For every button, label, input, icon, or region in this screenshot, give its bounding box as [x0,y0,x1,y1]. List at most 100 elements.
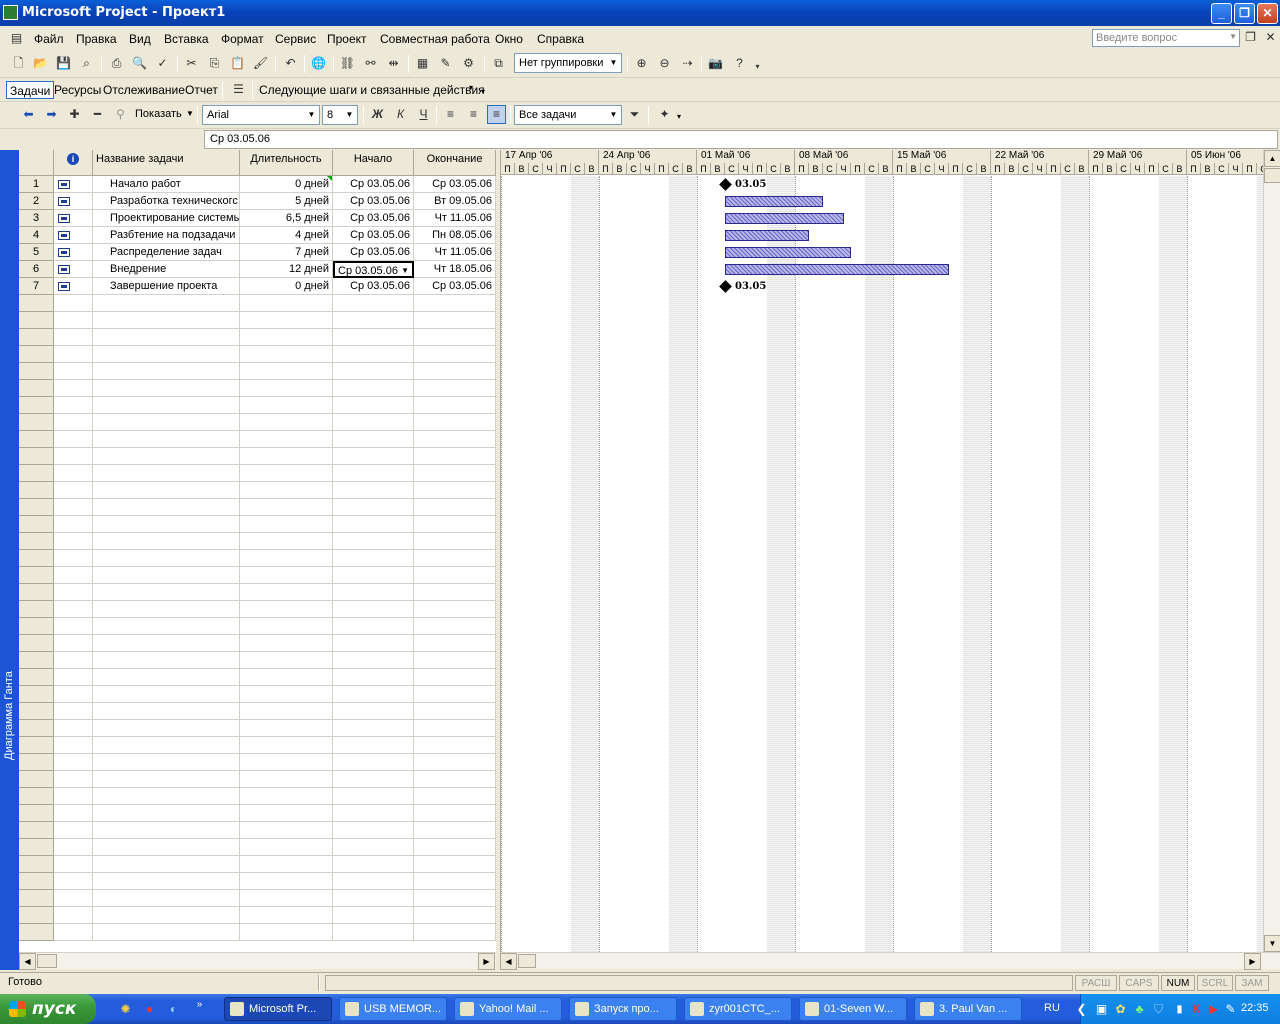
taskbar-button[interactable]: Yahoo! Mail ... [454,997,562,1021]
empty-cell[interactable] [93,601,240,618]
cell-duration[interactable]: 6,5 дней [240,210,333,227]
doc-icon[interactable]: ▤ [8,30,25,47]
empty-cell[interactable] [414,890,496,907]
print-icon[interactable]: ⎙ [108,55,125,72]
empty-cell[interactable] [333,431,414,448]
empty-cell[interactable] [54,533,93,550]
zoom-out-icon[interactable]: ⊖ [656,55,673,72]
row-header[interactable] [19,924,54,941]
cell-duration[interactable]: 0 дней [240,176,333,193]
empty-cell[interactable] [414,533,496,550]
empty-cell[interactable] [54,397,93,414]
empty-cell[interactable] [54,550,93,567]
empty-cell[interactable] [414,771,496,788]
start-button[interactable]: пуск [0,994,96,1024]
row-header[interactable] [19,567,54,584]
cell-start[interactable]: Ср 03.05.06 ▼ [333,261,414,278]
zoom-in-icon[interactable]: ⊕ [633,55,650,72]
cell-finish[interactable]: Чт 11.05.06 [414,244,496,261]
cell-duration[interactable]: 0 дней [240,278,333,295]
row-header[interactable] [19,363,54,380]
select-all-corner[interactable] [19,150,54,176]
taskbar-button[interactable]: Запуск про... [569,997,677,1021]
empty-cell[interactable] [240,499,333,516]
empty-cell[interactable] [414,414,496,431]
empty-cell[interactable] [414,312,496,329]
empty-cell[interactable] [414,822,496,839]
scroll-left-icon[interactable]: ◀ [500,953,517,970]
empty-cell[interactable] [240,669,333,686]
empty-cell[interactable] [240,839,333,856]
tray-battery-icon[interactable]: ▮ [1171,1001,1188,1018]
empty-cell[interactable] [240,720,333,737]
scroll-right-icon[interactable]: ▶ [1244,953,1261,970]
empty-cell[interactable] [93,907,240,924]
align-left-icon[interactable]: ≡ [442,106,459,123]
empty-cell[interactable] [54,482,93,499]
empty-cell[interactable] [333,499,414,516]
tray-security-icon[interactable]: ♣ [1131,1001,1148,1018]
empty-cell[interactable] [54,890,93,907]
empty-cell[interactable] [93,635,240,652]
empty-cell[interactable] [54,295,93,312]
empty-cell[interactable] [333,771,414,788]
tray-app-icon[interactable]: ✿ [1112,1001,1129,1018]
cell-duration[interactable]: 5 дней [240,193,333,210]
doc-restore-icon[interactable]: ❐ [1242,29,1259,46]
empty-cell[interactable] [414,448,496,465]
search-file-icon[interactable]: ⌕ [78,55,95,72]
tab-report[interactable]: Отчет [185,83,218,97]
row-header[interactable] [19,652,54,669]
format-painter-icon[interactable]: 🖌 [252,55,269,72]
cell-finish[interactable]: Ср 03.05.06 [414,278,496,295]
empty-cell[interactable] [333,635,414,652]
empty-cell[interactable] [240,788,333,805]
copy-picture-icon[interactable]: ⧉ [490,55,507,72]
menu-help[interactable]: Справка [537,32,584,46]
empty-cell[interactable] [414,788,496,805]
empty-cell[interactable] [54,567,93,584]
empty-cell[interactable] [333,465,414,482]
empty-cell[interactable] [54,448,93,465]
menu-file[interactable]: Файл [34,32,64,46]
row-header[interactable]: 4 [19,227,54,244]
empty-cell[interactable] [414,567,496,584]
cell-start[interactable]: Ср 03.05.06 [333,227,414,244]
empty-cell[interactable] [240,533,333,550]
chevron-down-icon[interactable]: ▼ [607,107,620,123]
split-task-icon[interactable]: ⇹ [385,55,402,72]
outdent-icon[interactable]: ⬅ [20,106,37,123]
next-steps-menu[interactable]: Следующие шаги и связанные действия [259,83,485,97]
save-icon[interactable]: 💾 [55,55,72,72]
empty-cell[interactable] [333,754,414,771]
empty-cell[interactable] [93,652,240,669]
cell-info[interactable] [54,210,93,227]
font-size-select[interactable]: 8 ▼ [322,105,358,125]
empty-cell[interactable] [414,720,496,737]
empty-cell[interactable] [93,533,240,550]
empty-cell[interactable] [93,720,240,737]
row-header[interactable] [19,805,54,822]
empty-cell[interactable] [54,907,93,924]
row-header[interactable] [19,516,54,533]
empty-cell[interactable] [54,805,93,822]
cell-name[interactable]: Распределение задач [93,244,240,261]
empty-cell[interactable] [414,380,496,397]
cell-name[interactable]: Проектирование системы [93,210,240,227]
cell-finish[interactable]: Ср 03.05.06 [414,176,496,193]
empty-cell[interactable] [54,363,93,380]
empty-cell[interactable] [333,329,414,346]
network-icon[interactable]: ▣ [1093,1001,1110,1018]
row-header[interactable] [19,499,54,516]
quicklaunch-ie-icon[interactable]: ◐ [165,1001,182,1018]
task-bar[interactable] [725,247,851,258]
assign-resources-icon[interactable]: ⚙ [460,55,477,72]
scroll-down-icon[interactable]: ▼ [1264,935,1280,952]
row-header[interactable] [19,669,54,686]
scroll-thumb[interactable] [518,954,536,968]
empty-cell[interactable] [93,822,240,839]
grouping-select[interactable]: Нет группировки ▼ [514,53,622,73]
empty-cell[interactable] [333,924,414,941]
task-notes-icon[interactable]: ✎ [437,55,454,72]
empty-cell[interactable] [93,448,240,465]
